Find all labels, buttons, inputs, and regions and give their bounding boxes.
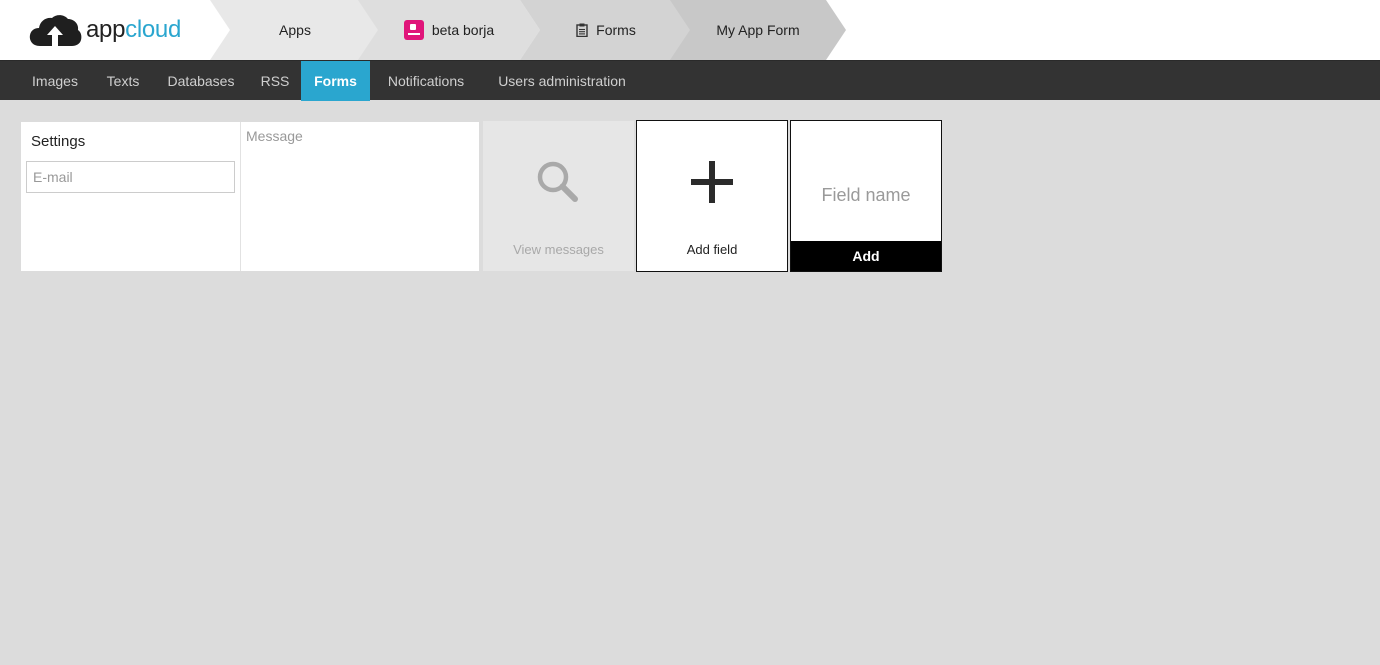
add-field-tile[interactable]: Add field xyxy=(636,120,788,272)
view-messages-tile[interactable]: View messages xyxy=(483,121,634,271)
settings-panel: Settings xyxy=(21,122,240,271)
nav-item-users-administration[interactable]: Users administration xyxy=(486,61,638,101)
plus-icon xyxy=(691,161,733,203)
add-field-label: Add field xyxy=(686,242,738,257)
nav-item-images[interactable]: Images xyxy=(20,61,90,101)
message-textarea[interactable] xyxy=(241,122,479,271)
new-field-tile: Add xyxy=(790,120,942,272)
message-panel xyxy=(240,122,479,271)
breadcrumb-my-app-form[interactable]: My App Form xyxy=(670,0,846,60)
clipboard-icon xyxy=(576,23,588,37)
nav-item-notifications[interactable]: Notifications xyxy=(374,61,478,101)
breadcrumb-apps[interactable]: Apps xyxy=(210,0,380,60)
field-name-input[interactable] xyxy=(791,171,941,219)
app-badge-icon xyxy=(403,20,424,40)
breadcrumb-label: My App Form xyxy=(716,22,800,38)
nav-item-forms[interactable]: Forms xyxy=(301,61,370,101)
main-nav: Images Texts Databases RSS Forms Notific… xyxy=(0,60,1380,101)
cloud-upload-icon xyxy=(29,15,82,46)
breadcrumb-forms[interactable]: Forms xyxy=(520,0,692,60)
search-icon xyxy=(537,161,578,202)
view-messages-label: View messages xyxy=(513,242,604,257)
logo-text-cloud: cloud xyxy=(125,16,182,43)
email-field[interactable] xyxy=(26,161,235,193)
breadcrumb-label: Apps xyxy=(279,22,311,38)
appcloud-logo[interactable]: appcloud xyxy=(28,12,181,48)
breadcrumb-label: Forms xyxy=(596,22,636,38)
nav-item-rss[interactable]: RSS xyxy=(252,61,298,101)
add-button[interactable]: Add xyxy=(791,241,941,271)
breadcrumb-beta-borja[interactable]: beta borja xyxy=(358,0,540,60)
nav-item-texts[interactable]: Texts xyxy=(94,61,152,101)
breadcrumb-label: beta borja xyxy=(431,22,495,38)
app-header: appcloud Apps beta borja Forms My App Fo… xyxy=(0,0,1380,60)
logo-text-app: app xyxy=(86,16,126,43)
nav-item-databases[interactable]: Databases xyxy=(158,61,244,101)
settings-title: Settings xyxy=(31,133,86,150)
